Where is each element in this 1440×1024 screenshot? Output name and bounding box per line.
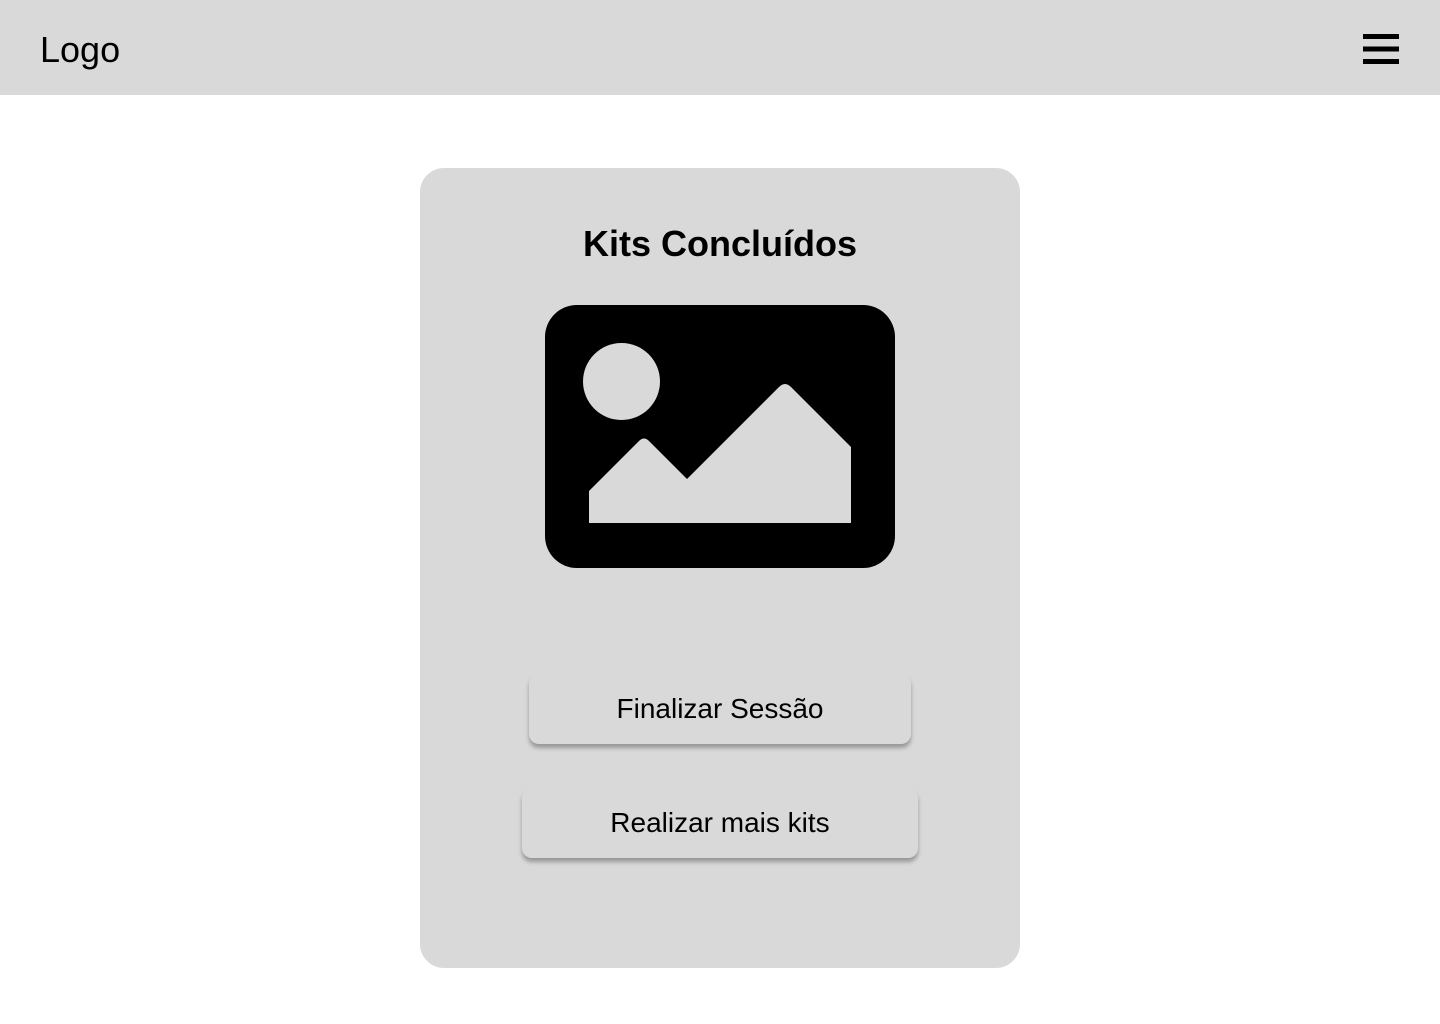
card-title: Kits Concluídos [582,223,857,264]
hamburger-menu-icon [1363,34,1399,64]
finalize-session-button[interactable]: Finalizar Sessão [529,674,911,744]
more-kits-button[interactable]: Realizar mais kits [522,788,918,858]
image-placeholder-icon [545,305,895,568]
image-placeholder [545,305,895,568]
top-header: Logo [0,0,1440,95]
logo[interactable]: Logo [40,28,120,72]
menu-button[interactable] [1354,24,1408,74]
